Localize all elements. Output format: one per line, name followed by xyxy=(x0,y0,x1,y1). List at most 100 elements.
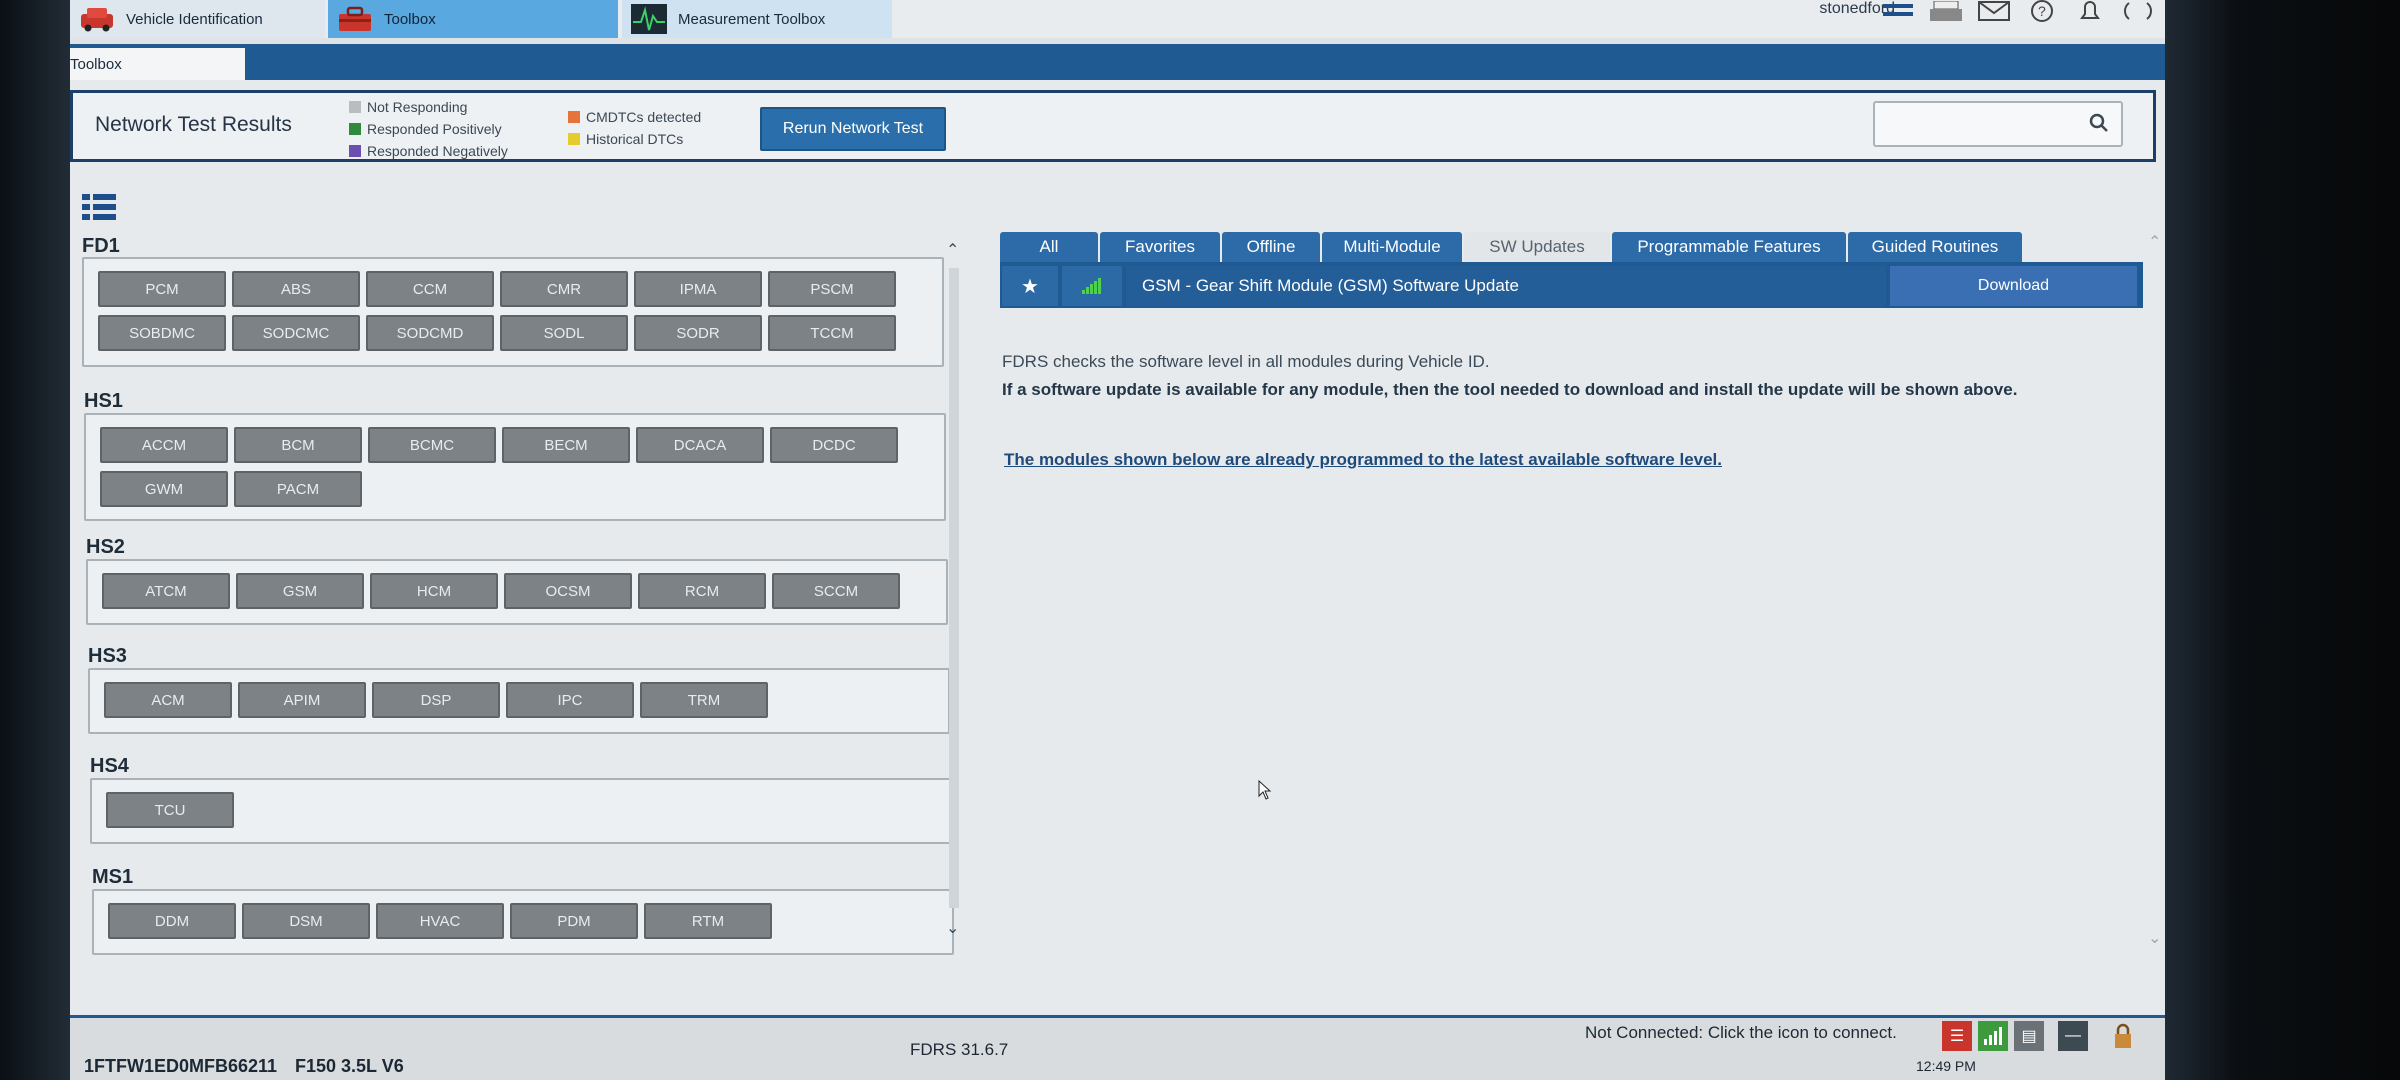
group-label-hs4: HS4 xyxy=(90,755,129,777)
list-view-icon[interactable] xyxy=(82,192,116,222)
info-text-2: If a software update is available for an… xyxy=(1002,380,2018,399)
module-button-dcaca[interactable]: DCACA xyxy=(636,427,764,463)
module-button-ipc[interactable]: IPC xyxy=(506,682,634,718)
module-button-cmr[interactable]: CMR xyxy=(500,271,628,307)
legend-item: Historical DTCs xyxy=(568,128,701,150)
network-test-results-panel: Network Test Results Not Responding Resp… xyxy=(70,90,2156,162)
legend-label: Responded Positively xyxy=(367,121,502,137)
module-button-dsm[interactable]: DSM xyxy=(242,903,370,939)
chevron-up-icon[interactable]: ⌃ xyxy=(2148,232,2161,252)
tab-multi-module[interactable]: Multi-Module xyxy=(1322,232,1462,262)
tab-label: Toolbox xyxy=(384,10,436,28)
module-button-ocsm[interactable]: OCSM xyxy=(504,573,632,609)
group-label-ms1: MS1 xyxy=(92,866,134,888)
tab-guided-routines[interactable]: Guided Routines xyxy=(1848,232,2022,262)
module-button-pacm[interactable]: PACM xyxy=(234,471,362,507)
module-button-trm[interactable]: TRM xyxy=(640,682,768,718)
tab-offline[interactable]: Offline xyxy=(1222,232,1320,262)
rerun-network-test-button[interactable]: Rerun Network Test xyxy=(760,107,946,151)
scroll-track[interactable] xyxy=(949,268,959,908)
chevron-down-icon[interactable]: ⌄ xyxy=(946,918,959,938)
module-button-rcm[interactable]: RCM xyxy=(638,573,766,609)
tab-label: Measurement Toolbox xyxy=(678,10,826,28)
tab-programmable-features[interactable]: Programmable Features xyxy=(1612,232,1846,262)
tab-measurement-toolbox[interactable]: Measurement Toolbox xyxy=(622,0,892,38)
module-button-abs[interactable]: ABS xyxy=(232,271,360,307)
module-button-apim[interactable]: APIM xyxy=(238,682,366,718)
module-button-pscm[interactable]: PSCM xyxy=(768,271,896,307)
lock-icon[interactable] xyxy=(2108,1021,2138,1051)
legend-item: Responded Negatively xyxy=(349,140,508,162)
sw-update-row[interactable]: ★ GSM - Gear Shift Module (GSM) Software… xyxy=(1000,262,2143,308)
breadcrumb[interactable]: Toolbox xyxy=(70,48,245,80)
module-button-hvac[interactable]: HVAC xyxy=(376,903,504,939)
mouse-pointer-icon xyxy=(1258,779,1272,800)
module-button-atcm[interactable]: ATCM xyxy=(102,573,230,609)
sw-update-title: GSM - Gear Shift Module (GSM) Software U… xyxy=(1126,266,1886,306)
legend-swatch xyxy=(568,111,580,123)
module-button-rtm[interactable]: RTM xyxy=(644,903,772,939)
mail-icon[interactable] xyxy=(1977,0,2011,22)
top-icon-group: ? xyxy=(1881,0,2165,22)
module-button-gwm[interactable]: GWM xyxy=(100,471,228,507)
tab-sw-updates[interactable]: SW Updates xyxy=(1464,232,1610,262)
legend-label: Responded Negatively xyxy=(367,143,508,159)
app-version: FDRS 31.6.7 xyxy=(910,1040,1009,1059)
help-icon[interactable]: ? xyxy=(2025,0,2059,22)
module-button-acm[interactable]: ACM xyxy=(104,682,232,718)
info-text-1: FDRS checks the software level in all mo… xyxy=(1002,352,1490,371)
legend-swatch xyxy=(349,145,361,157)
module-panel-scrollbar[interactable]: ⌃ ⌄ xyxy=(945,240,963,940)
legend-swatch xyxy=(349,123,361,135)
module-button-ddm[interactable]: DDM xyxy=(108,903,236,939)
tab-favorites[interactable]: Favorites xyxy=(1100,232,1220,262)
module-button-sodr[interactable]: SODR xyxy=(634,315,762,351)
legend-swatch xyxy=(349,101,361,113)
info-text-3: The modules shown below are already prog… xyxy=(1004,450,1723,469)
star-icon[interactable]: ★ xyxy=(1002,266,1058,306)
wireless-icon[interactable] xyxy=(2121,0,2155,22)
tab-vehicle-identification[interactable]: Vehicle Identification xyxy=(70,0,325,38)
module-button-accm[interactable]: ACCM xyxy=(100,427,228,463)
network-cable-icon[interactable]: ▤ xyxy=(2014,1021,2044,1051)
module-button-sccm[interactable]: SCCM xyxy=(772,573,900,609)
chevron-up-icon[interactable]: ⌃ xyxy=(946,240,959,260)
module-button-ipma[interactable]: IPMA xyxy=(634,271,762,307)
module-button-tcu[interactable]: TCU xyxy=(106,792,234,828)
module-button-sodcmc[interactable]: SODCMC xyxy=(232,315,360,351)
printer-icon[interactable] xyxy=(1929,0,1963,22)
module-button-dsp[interactable]: DSP xyxy=(372,682,500,718)
group-label-hs2: HS2 xyxy=(86,536,125,558)
signal-icon[interactable] xyxy=(1978,1021,2008,1051)
bell-icon[interactable] xyxy=(2073,0,2107,22)
tab-all[interactable]: All xyxy=(1000,232,1098,262)
module-button-pcm[interactable]: PCM xyxy=(98,271,226,307)
module-button-hcm[interactable]: HCM xyxy=(370,573,498,609)
chevron-down-icon[interactable]: ⌄ xyxy=(2148,928,2161,948)
module-button-pdm[interactable]: PDM xyxy=(510,903,638,939)
module-button-dcdc[interactable]: DCDC xyxy=(770,427,898,463)
top-tab-bar: Vehicle Identification Toolbox Measureme… xyxy=(70,0,2165,38)
search-input[interactable] xyxy=(1873,101,2123,147)
module-button-tccm[interactable]: TCCM xyxy=(768,315,896,351)
vcm-icon[interactable]: ☰ xyxy=(1942,1021,1972,1051)
download-button[interactable]: Download xyxy=(1890,266,2137,306)
module-button-becm[interactable]: BECM xyxy=(502,427,630,463)
module-button-bcmc[interactable]: BCMC xyxy=(368,427,496,463)
breadcrumb-bar xyxy=(70,44,2165,80)
legend-item: Responded Positively xyxy=(349,118,508,140)
module-button-sodl[interactable]: SODL xyxy=(500,315,628,351)
module-button-sodcmd[interactable]: SODCMD xyxy=(366,315,494,351)
signal-bars-icon xyxy=(1062,266,1122,306)
module-button-ccm[interactable]: CCM xyxy=(366,271,494,307)
module-button-bcm[interactable]: BCM xyxy=(234,427,362,463)
legend-left: Not Responding Responded Positively Resp… xyxy=(349,96,508,162)
menu-icon[interactable] xyxy=(1881,0,1915,22)
group-label-hs3: HS3 xyxy=(88,645,127,667)
fdrs-app-window: Vehicle Identification Toolbox Measureme… xyxy=(70,0,2165,1080)
more-icon[interactable]: — xyxy=(2058,1021,2088,1051)
search-icon xyxy=(2089,113,2109,139)
module-button-sobdmc[interactable]: SOBDMC xyxy=(98,315,226,351)
tab-toolbox[interactable]: Toolbox xyxy=(328,0,618,38)
module-button-gsm[interactable]: GSM xyxy=(236,573,364,609)
